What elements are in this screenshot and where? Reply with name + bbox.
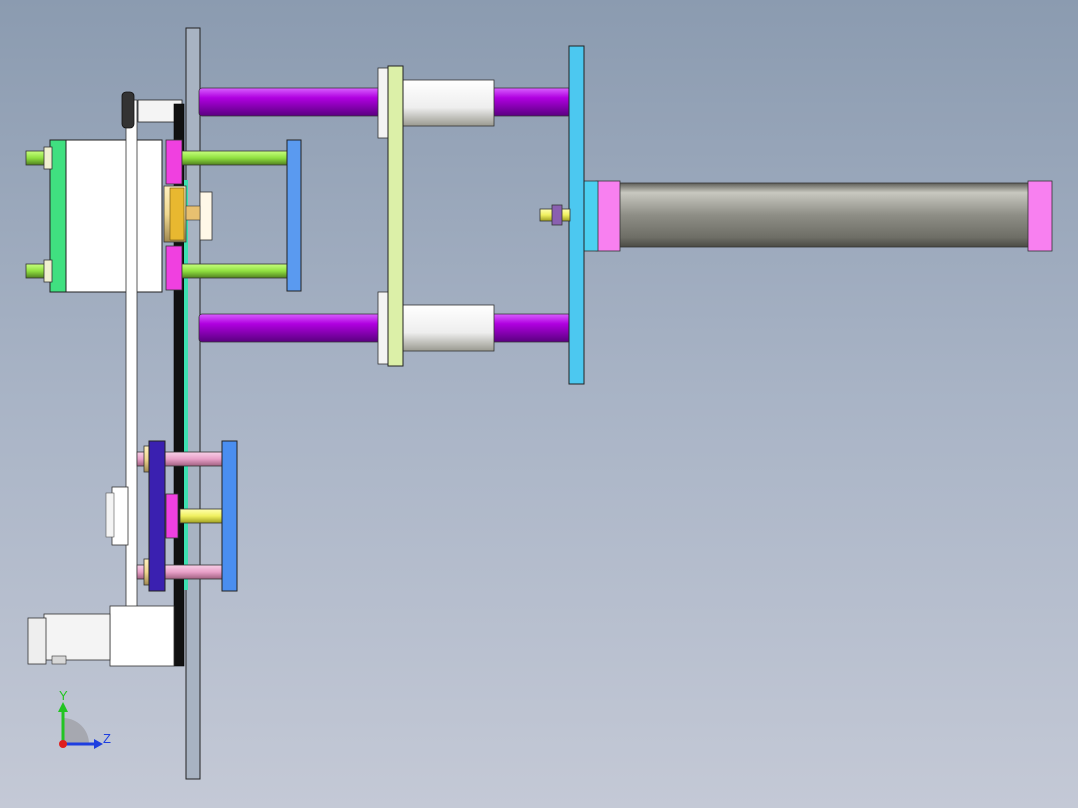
main-vertical-plate[interactable]: [185, 27, 201, 780]
rod-nut-bottom: [43, 259, 53, 283]
servo-motor[interactable]: [27, 605, 175, 667]
connector-body: [111, 486, 129, 546]
blue-push-plate-upper[interactable]: [286, 139, 302, 292]
white-slide-block: [63, 139, 163, 293]
z-axis-label: Z: [103, 731, 111, 746]
green-rod-bottom: [181, 263, 289, 279]
gear-teeth: [169, 187, 185, 241]
gear-shaft-cap: [199, 191, 213, 241]
upper-left-slide-assembly[interactable]: [25, 139, 163, 293]
moving-plate[interactable]: [387, 65, 404, 367]
connector-pins: [105, 492, 115, 538]
motor-body: [109, 605, 175, 667]
green-rod-top: [181, 150, 289, 166]
green-end-plate: [49, 139, 67, 293]
top-pulley[interactable]: [121, 91, 183, 129]
motor-end-cap: [27, 617, 47, 665]
motor-connector: [51, 655, 67, 665]
piston-rod-nut: [551, 204, 563, 226]
bushing-body-bottom: [401, 304, 495, 352]
bearing-block-low: [165, 493, 179, 539]
sensor-connector: [105, 486, 129, 546]
motor-encoder: [43, 613, 111, 661]
air-cylinder[interactable]: [581, 180, 1053, 252]
indigo-plate: [148, 440, 166, 592]
x-axis-dot: [59, 740, 67, 748]
rod-nut-top: [43, 146, 53, 170]
bushing-body-top: [401, 79, 495, 127]
pulley-wheel: [121, 91, 135, 129]
cylinder-rear-cap: [1027, 180, 1053, 252]
bearing-block-mid: [165, 245, 183, 291]
cad-viewport[interactable]: Y Z: [0, 0, 1078, 808]
y-axis-arrow: [58, 702, 68, 712]
triad-quadrant: [63, 718, 89, 744]
yellow-rod-middle: [179, 508, 224, 524]
y-axis-label: Y: [59, 688, 68, 703]
cylinder-barrel: [613, 182, 1033, 248]
z-axis-arrow: [94, 739, 103, 749]
orientation-triad[interactable]: Y Z: [58, 688, 111, 749]
bearing-block-top: [165, 139, 183, 185]
cylinder-front-cap: [595, 180, 621, 252]
lower-push-assembly[interactable]: [136, 440, 238, 592]
cylinder-mount-plate[interactable]: [568, 45, 585, 385]
blue-push-plate-lower: [221, 440, 238, 592]
gear-shaft: [185, 205, 201, 221]
piston-rod: [539, 204, 571, 226]
